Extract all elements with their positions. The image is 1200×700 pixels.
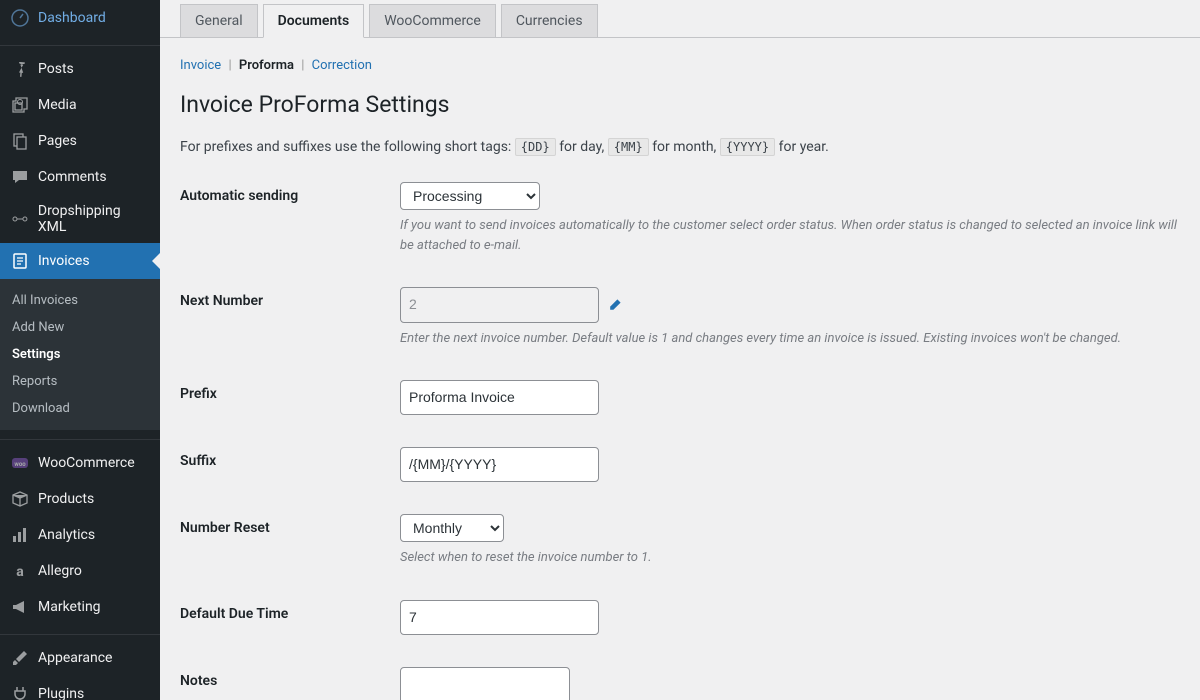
- submenu-all-invoices[interactable]: All Invoices: [0, 287, 160, 314]
- label-prefix: Prefix: [180, 380, 400, 402]
- sidebar-item-dashboard[interactable]: Dashboard: [0, 0, 160, 36]
- admin-sidebar: Dashboard Posts Media Pages Comments Dro…: [0, 0, 160, 700]
- dashboard-icon: [10, 8, 30, 28]
- menu-label: Allegro: [38, 563, 82, 579]
- edit-icon[interactable]: [607, 297, 623, 313]
- submenu-download[interactable]: Download: [0, 395, 160, 422]
- textarea-notes[interactable]: [400, 667, 570, 700]
- sidebar-submenu: All Invoices Add New Settings Reports Do…: [0, 279, 160, 430]
- menu-label: Invoices: [38, 253, 90, 269]
- pages-icon: [10, 131, 30, 151]
- desc-number-reset: Select when to reset the invoice number …: [400, 548, 1180, 568]
- tab-woocommerce[interactable]: WooCommerce: [369, 4, 496, 37]
- menu-label: Dashboard: [38, 10, 106, 26]
- svg-text:woo: woo: [14, 461, 26, 468]
- sidebar-item-appearance[interactable]: Appearance: [0, 640, 160, 676]
- document-type-nav: Invoice | Proforma | Correction: [180, 58, 1180, 73]
- input-prefix[interactable]: [400, 380, 599, 415]
- sidebar-item-allegro[interactable]: a Allegro: [0, 553, 160, 589]
- separator: |: [228, 58, 231, 73]
- select-number-reset[interactable]: Monthly: [400, 514, 504, 542]
- submenu-reports[interactable]: Reports: [0, 368, 160, 395]
- brush-icon: [10, 648, 30, 668]
- sidebar-item-analytics[interactable]: Analytics: [0, 517, 160, 553]
- menu-label: Products: [38, 491, 94, 507]
- svg-text:a: a: [16, 564, 24, 580]
- menu-label: Plugins: [38, 686, 84, 700]
- label-automatic-sending: Automatic sending: [180, 182, 400, 204]
- settings-tabs: General Documents WooCommerce Currencies: [160, 0, 1200, 38]
- sidebar-item-marketing[interactable]: Marketing: [0, 589, 160, 625]
- sidebar-item-dropshipping[interactable]: Dropshipping XML: [0, 195, 160, 243]
- tab-currencies[interactable]: Currencies: [501, 4, 598, 37]
- analytics-icon: [10, 525, 30, 545]
- sidebar-item-posts[interactable]: Posts: [0, 51, 160, 87]
- desc-automatic-sending: If you want to send invoices automatical…: [400, 216, 1180, 255]
- tag-mm: {MM}: [608, 138, 649, 156]
- tab-general[interactable]: General: [180, 4, 258, 37]
- woo-icon: woo: [10, 453, 30, 473]
- label-next-number: Next Number: [180, 287, 400, 309]
- label-default-due-time: Default Due Time: [180, 600, 400, 622]
- code-icon: [10, 209, 30, 229]
- label-notes: Notes: [180, 667, 400, 689]
- menu-label: Appearance: [38, 650, 112, 666]
- media-icon: [10, 95, 30, 115]
- label-suffix: Suffix: [180, 447, 400, 469]
- products-icon: [10, 489, 30, 509]
- tag-dd: {DD}: [515, 138, 556, 156]
- sidebar-item-invoices[interactable]: Invoices: [0, 243, 160, 279]
- sidebar-item-products[interactable]: Products: [0, 481, 160, 517]
- menu-label: WooCommerce: [38, 455, 135, 471]
- menu-label: Analytics: [38, 527, 95, 543]
- separator: |: [301, 58, 304, 73]
- subtab-proforma[interactable]: Proforma: [239, 58, 294, 73]
- comments-icon: [10, 167, 30, 187]
- menu-label: Dropshipping XML: [38, 203, 152, 235]
- pin-icon: [10, 59, 30, 79]
- submenu-settings[interactable]: Settings: [0, 341, 160, 368]
- desc-next-number: Enter the next invoice number. Default v…: [400, 329, 1180, 349]
- sidebar-item-media[interactable]: Media: [0, 87, 160, 123]
- select-automatic-sending[interactable]: Processing: [400, 182, 540, 210]
- tag-yyyy: {YYYY}: [720, 138, 775, 156]
- subtab-invoice[interactable]: Invoice: [180, 58, 221, 73]
- menu-separator: [0, 41, 160, 46]
- input-suffix[interactable]: [400, 447, 599, 482]
- menu-label: Media: [38, 97, 77, 113]
- invoices-icon: [10, 251, 30, 271]
- sidebar-item-comments[interactable]: Comments: [0, 159, 160, 195]
- plug-icon: [10, 684, 30, 700]
- intro-text: For prefixes and suffixes use the follow…: [180, 136, 1180, 158]
- label-number-reset: Number Reset: [180, 514, 400, 536]
- menu-label: Posts: [38, 61, 74, 77]
- sidebar-item-pages[interactable]: Pages: [0, 123, 160, 159]
- megaphone-icon: [10, 597, 30, 617]
- main-content: General Documents WooCommerce Currencies…: [160, 0, 1200, 700]
- menu-label: Comments: [38, 169, 107, 185]
- subtab-correction[interactable]: Correction: [312, 58, 372, 73]
- input-default-due-time[interactable]: [400, 600, 599, 635]
- allegro-icon: a: [10, 561, 30, 581]
- input-next-number: [400, 287, 599, 322]
- page-title: Invoice ProForma Settings: [180, 91, 1180, 118]
- menu-label: Pages: [38, 133, 77, 149]
- menu-separator: [0, 435, 160, 440]
- menu-label: Marketing: [38, 599, 101, 615]
- sidebar-item-woocommerce[interactable]: woo WooCommerce: [0, 445, 160, 481]
- menu-separator: [0, 630, 160, 635]
- sidebar-item-plugins[interactable]: Plugins: [0, 676, 160, 700]
- submenu-add-new[interactable]: Add New: [0, 314, 160, 341]
- tab-documents[interactable]: Documents: [263, 4, 365, 38]
